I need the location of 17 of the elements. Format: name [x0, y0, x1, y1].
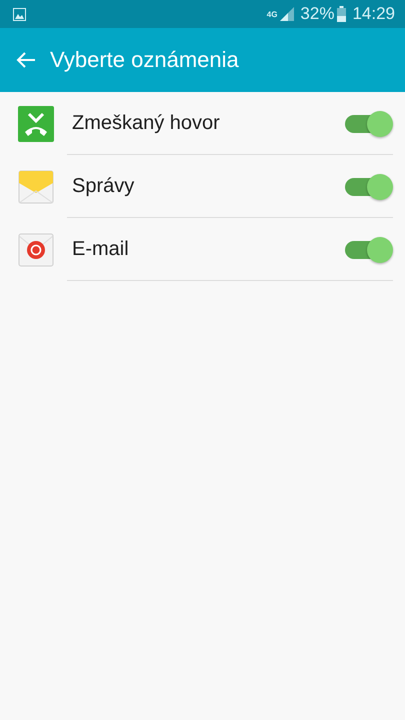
notification-label: Zmeškaný hovor	[72, 112, 221, 135]
toggle-switch[interactable]	[343, 172, 393, 200]
battery-percent: 32%	[300, 4, 334, 24]
image-icon	[13, 8, 26, 20]
clock: 14:29	[352, 4, 395, 24]
toggle-switch[interactable]	[343, 236, 393, 264]
back-button[interactable]	[16, 51, 36, 69]
battery-icon	[337, 6, 346, 22]
missed-call-icon	[18, 106, 54, 142]
signal-icon	[280, 7, 294, 21]
notification-label: Správy	[72, 175, 136, 198]
network-type: 4G	[266, 10, 278, 18]
toggle-switch[interactable]	[343, 110, 393, 138]
envelope-icon	[18, 168, 54, 204]
email-icon	[18, 232, 54, 268]
screen-title: Vyberte oznámenia	[50, 47, 239, 73]
notification-label: E-mail	[72, 238, 130, 261]
